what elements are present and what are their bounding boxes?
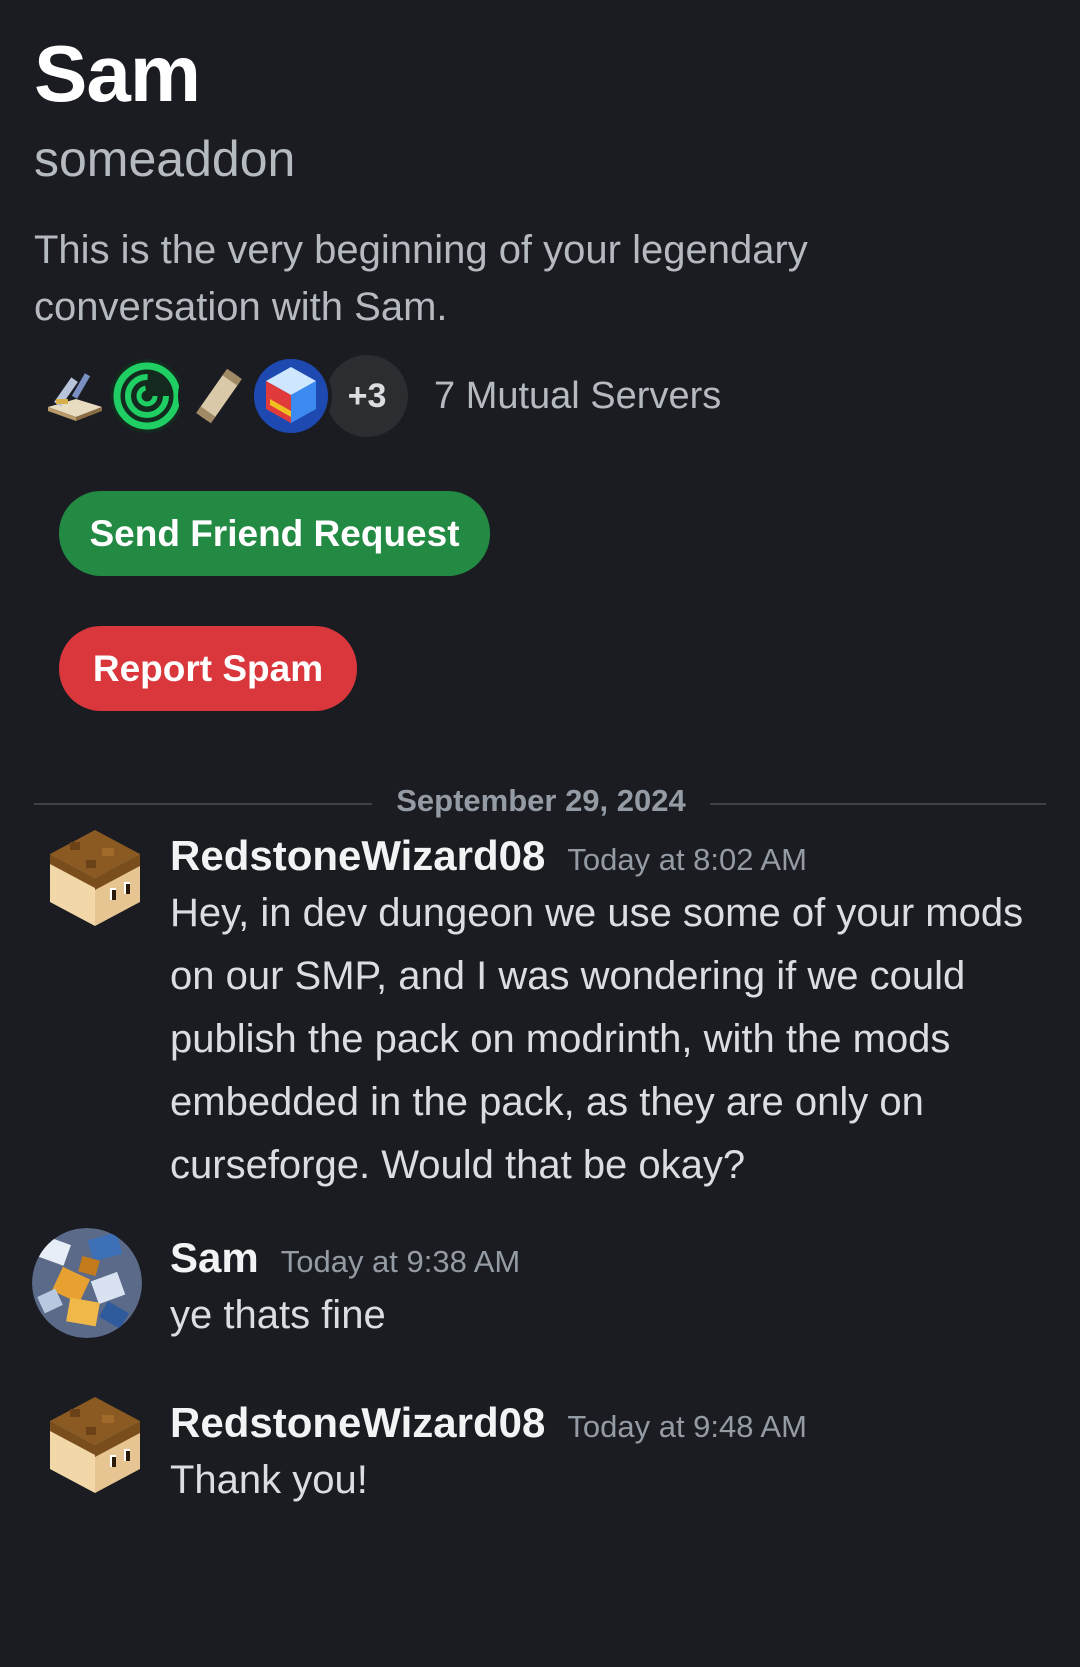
profile-username: someaddon — [34, 131, 296, 187]
message-author[interactable]: RedstoneWizard08 — [170, 832, 545, 880]
mutual-servers-count[interactable]: 7 Mutual Servers — [434, 375, 721, 418]
mutual-servers-row[interactable]: +3 7 Mutual Servers — [34, 351, 721, 441]
avatar-sam[interactable] — [32, 1228, 142, 1338]
server-icon-green-ring[interactable] — [106, 355, 188, 437]
message-text: ye thats fine — [170, 1293, 386, 1337]
report-spam-button[interactable]: Report Spam — [59, 626, 357, 711]
divider-line-right — [710, 803, 1046, 805]
message-2: Sam Today at 9:38 AM ye thats fine — [170, 1234, 1050, 1347]
message-1: RedstoneWizard08 Today at 8:02 AM Hey, i… — [170, 832, 1050, 1197]
avatar-redstonewizard08[interactable] — [40, 1393, 150, 1503]
conversation-intro: This is the very beginning of your legen… — [34, 228, 808, 329]
message-text: Hey, in dev dungeon we use some of your … — [170, 891, 1024, 1187]
message-timestamp: Today at 8:02 AM — [567, 842, 807, 877]
message-author[interactable]: Sam — [170, 1234, 259, 1282]
server-icon-rainbow-cube[interactable] — [250, 355, 332, 437]
message-3: RedstoneWizard08 Today at 9:48 AM Thank … — [170, 1399, 1050, 1512]
message-timestamp: Today at 9:38 AM — [280, 1244, 521, 1279]
message-text: Thank you! — [170, 1458, 368, 1502]
message-author[interactable]: RedstoneWizard08 — [170, 1399, 545, 1447]
date-divider: September 29, 2024 — [396, 783, 686, 818]
divider-line-left — [34, 803, 372, 805]
server-icon-scroll[interactable] — [178, 355, 260, 437]
message-timestamp: Today at 9:48 AM — [567, 1409, 807, 1444]
send-friend-request-button[interactable]: Send Friend Request — [59, 491, 490, 576]
profile-display-name: Sam — [34, 29, 201, 118]
mutual-servers-more-badge[interactable]: +3 — [322, 351, 412, 441]
server-icon-sword-book[interactable] — [34, 355, 116, 437]
avatar-redstonewizard08[interactable] — [40, 826, 150, 936]
